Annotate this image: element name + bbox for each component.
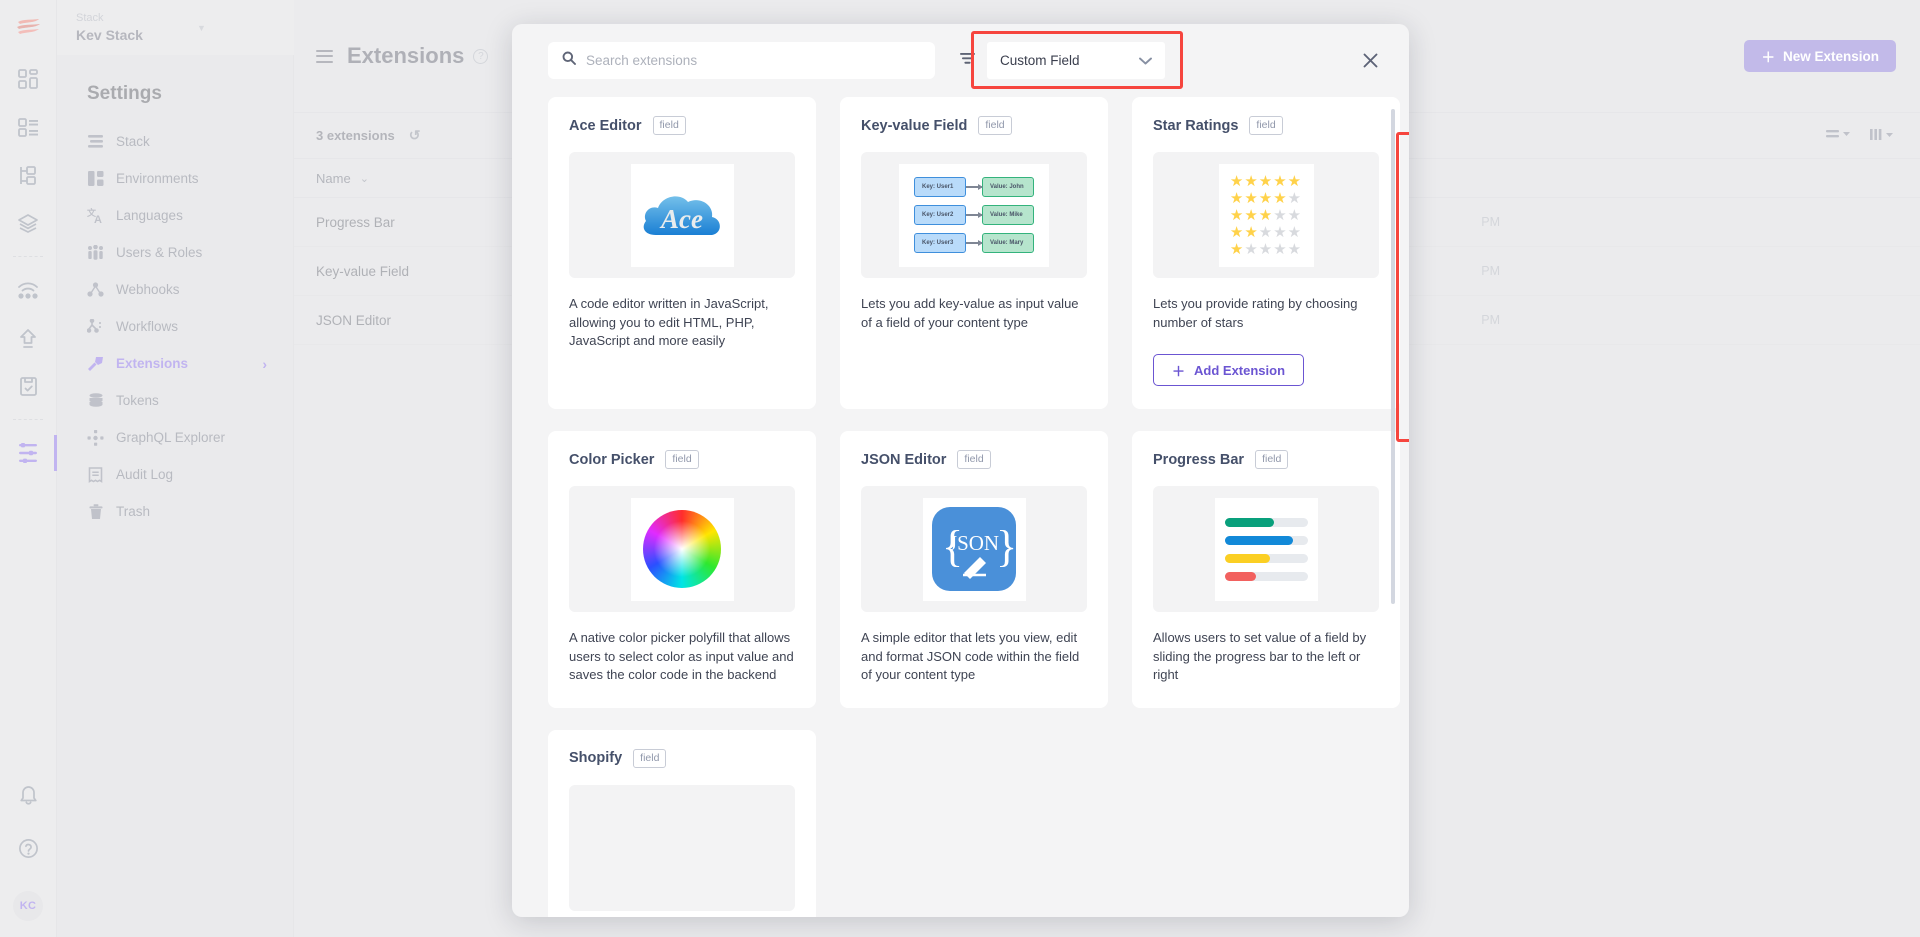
card-thumbnail: { } JSON — [861, 486, 1087, 612]
progress-bar-row — [1224, 517, 1308, 527]
app-root: KC Stack Kev Stack ▼ Settings Stack Envi… — [0, 0, 1920, 937]
arrow-icon — [966, 240, 983, 246]
extensions-grid-scroll[interactable]: Ace Editor field Ace A code editor writt… — [512, 97, 1409, 917]
kv-value: Value: Mike — [982, 205, 1034, 225]
extension-card-color-picker[interactable]: Color Picker field A native color picker… — [548, 431, 816, 708]
card-type-tag: field — [957, 450, 991, 469]
extension-card-progress-bar[interactable]: Progress Bar field Allows users to set v… — [1132, 431, 1400, 708]
filter-icon[interactable] — [960, 52, 975, 70]
kv-key: Key: User3 — [914, 233, 966, 253]
kv-pair-row: Key: User1 Value: John — [914, 177, 1034, 197]
star-ratings-grid: ★★★★★ ★★★★★ ★★★★★ ★★★★★ ★★★★★ — [1218, 163, 1314, 267]
search-input[interactable] — [586, 53, 921, 68]
search-icon — [562, 51, 576, 70]
kv-key: Key: User2 — [914, 205, 966, 225]
arrow-icon — [966, 184, 983, 190]
card-title: Ace Editor — [569, 117, 642, 134]
card-description: Lets you add key-value as input value of… — [861, 296, 1079, 330]
progress-bar-row — [1224, 571, 1308, 581]
card-title: Color Picker — [569, 451, 655, 468]
kv-value: Value: John — [982, 177, 1034, 197]
extension-card-ace-editor[interactable]: Ace Editor field Ace A code editor writt… — [548, 97, 816, 409]
extension-card-star-ratings[interactable]: Star Ratings field ★★★★★ ★★★★★ ★★★★★ ★★★… — [1132, 97, 1400, 409]
kv-value: Value: Mary — [982, 233, 1034, 253]
extension-type-select[interactable]: Custom Field — [987, 42, 1165, 79]
extension-card-shopify[interactable]: Shopify field — [548, 729, 816, 917]
card-description: Lets you provide rating by choosing numb… — [1153, 296, 1358, 330]
ace-editor-logo: Ace — [630, 163, 734, 267]
extension-card-key-value-field[interactable]: Key-value Field field Key: User1 Value: … — [840, 97, 1108, 409]
card-type-tag: field — [1255, 450, 1289, 469]
card-description: A native color picker polyfill that allo… — [569, 630, 794, 682]
card-description: Allows users to set value of a field by … — [1153, 630, 1367, 682]
card-thumbnail: Ace — [569, 152, 795, 278]
card-type-tag: field — [1249, 116, 1283, 135]
svg-text:}: } — [996, 522, 1017, 571]
modal-header: Custom Field — [512, 24, 1409, 97]
search-extensions-field[interactable] — [548, 42, 935, 79]
card-title: Key-value Field — [861, 117, 968, 134]
extensions-grid: Ace Editor field Ace A code editor writt… — [548, 97, 1400, 917]
close-icon[interactable] — [1355, 46, 1385, 76]
svg-text:Ace: Ace — [659, 204, 703, 234]
key-value-diagram: Key: User1 Value: John Key: User2 Value:… — [899, 163, 1049, 267]
card-thumbnail: ★★★★★ ★★★★★ ★★★★★ ★★★★★ ★★★★★ — [1153, 152, 1379, 278]
card-thumbnail — [569, 486, 795, 612]
card-description: A code editor written in JavaScript, all… — [569, 296, 769, 348]
add-extension-button[interactable]: ＋ Add Extension — [1153, 354, 1305, 386]
arrow-icon — [966, 212, 983, 218]
plus-icon: ＋ — [1172, 363, 1186, 379]
extension-card-json-editor[interactable]: JSON Editor field { } JSON A simple edit… — [840, 431, 1108, 708]
add-extension-modal: Custom Field Ace Editor field — [512, 24, 1409, 917]
card-type-tag: field — [665, 450, 699, 469]
kv-pair-row: Key: User3 Value: Mary — [914, 233, 1034, 253]
card-description: A simple editor that lets you view, edit… — [861, 630, 1080, 682]
card-type-tag: field — [978, 116, 1012, 135]
star-row: ★★★★★ — [1229, 240, 1303, 258]
card-title: Shopify — [569, 750, 623, 766]
card-type-tag: field — [633, 748, 667, 768]
card-thumbnail: Key: User1 Value: John Key: User2 Value:… — [861, 152, 1087, 278]
card-thumbnail — [1153, 486, 1379, 612]
card-title: Star Ratings — [1153, 117, 1239, 134]
add-extension-label: Add Extension — [1194, 362, 1286, 378]
extension-type-value: Custom Field — [1000, 53, 1080, 68]
json-editor-logo: { } JSON — [922, 497, 1026, 601]
card-title: Progress Bar — [1153, 451, 1245, 468]
modal-scrollbar[interactable] — [1391, 109, 1395, 604]
card-title: JSON Editor — [861, 451, 947, 468]
progress-bars — [1214, 497, 1318, 601]
progress-bar-row — [1224, 535, 1308, 545]
kv-pair-row: Key: User2 Value: Mike — [914, 205, 1034, 225]
star-row: ★★★★★ — [1229, 172, 1303, 190]
progress-bar-row — [1224, 553, 1308, 563]
json-logo-text: JSON — [949, 531, 999, 555]
extension-type-select-wrap: Custom Field — [971, 31, 1183, 89]
card-thumbnail — [569, 784, 795, 911]
star-row: ★★★★★ — [1229, 223, 1303, 241]
star-row: ★★★★★ — [1229, 206, 1303, 224]
star-row: ★★★★★ — [1229, 189, 1303, 207]
chevron-down-icon — [1139, 53, 1152, 68]
card-type-tag: field — [652, 116, 686, 135]
kv-key: Key: User1 — [914, 177, 966, 197]
color-wheel — [630, 497, 734, 601]
